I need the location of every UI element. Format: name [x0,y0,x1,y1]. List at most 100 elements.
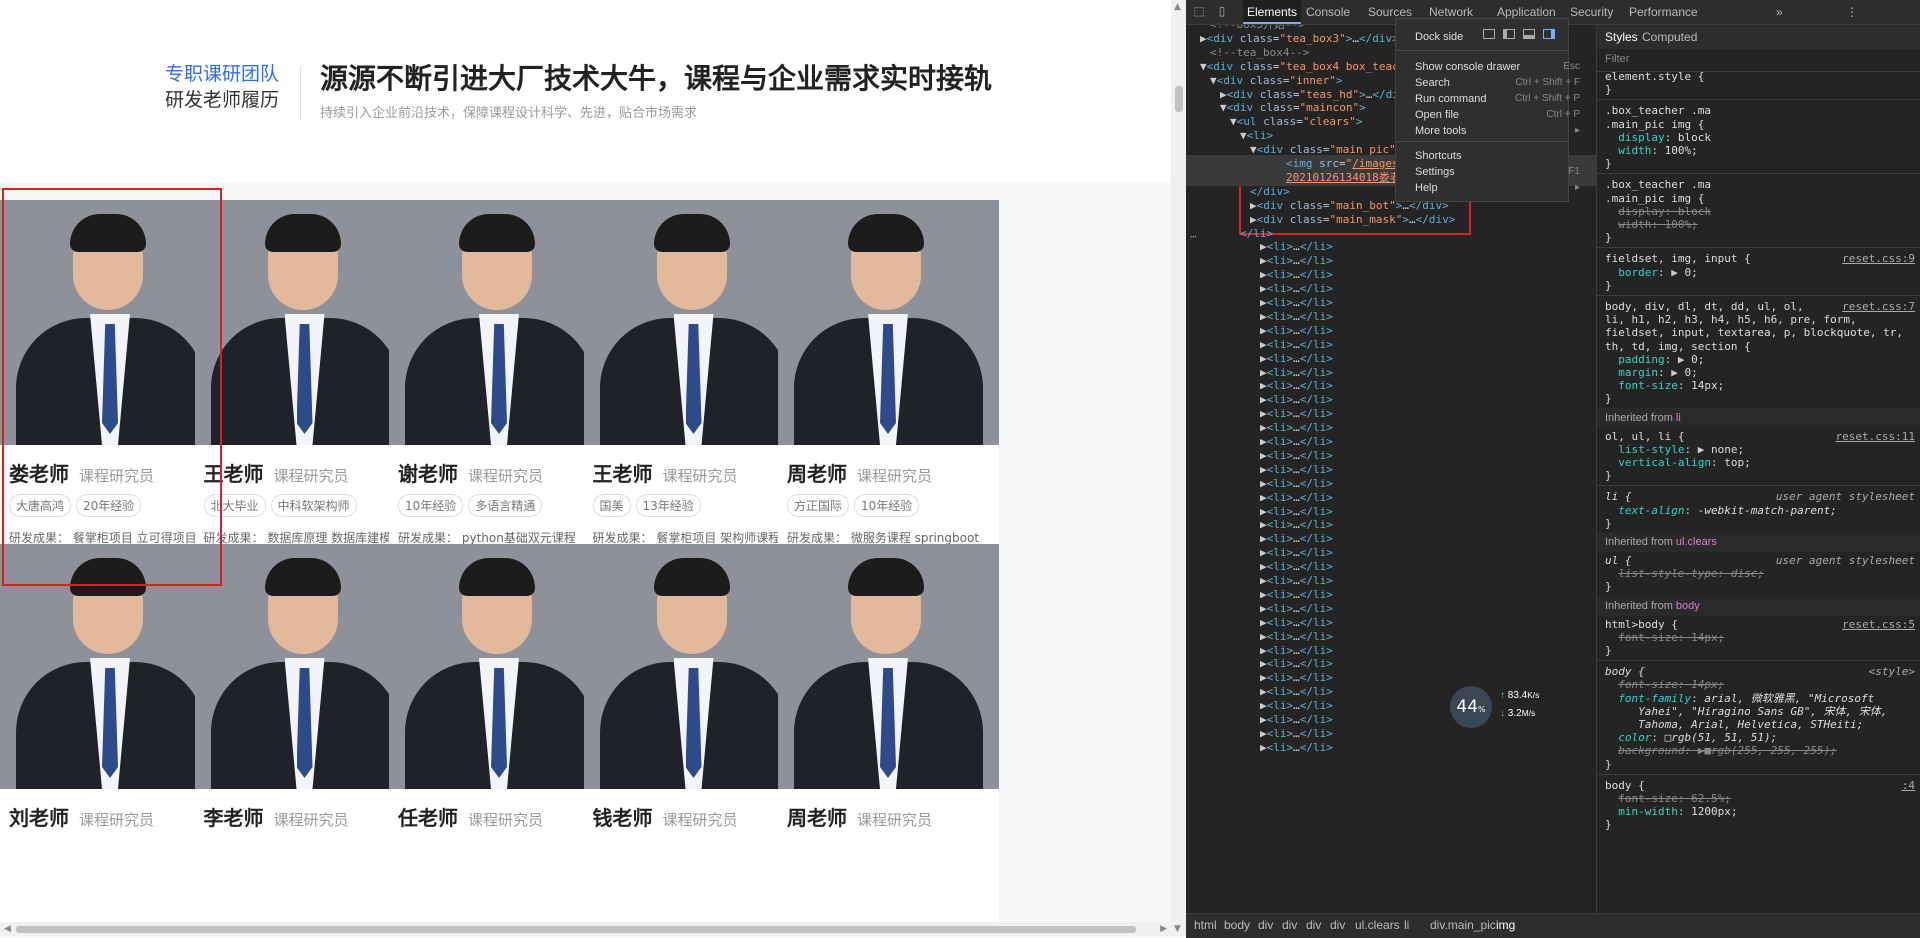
menu-item[interactable]: Open file Ctrl + P [1415,107,1580,123]
menu-item[interactable]: Shortcuts [1415,148,1565,164]
style-rule-line[interactable]: li { [1605,490,1632,504]
style-rule-line[interactable]: width: 100%; [1605,144,1698,158]
style-rule-line[interactable]: list-style-type: disc; [1605,567,1764,581]
menu-item[interactable]: More tools ▸ [1415,123,1580,139]
menu-item[interactable]: Search Ctrl + Shift + F [1415,75,1580,91]
style-rule-line[interactable]: color: □rgb(51, 51, 51); [1605,731,1777,745]
style-rule-line[interactable]: } [1605,392,1612,406]
style-rule-line[interactable]: display: block [1605,131,1711,145]
menu-item[interactable]: Help ▸ [1415,180,1580,196]
stylesheet-link[interactable]: reset.css:9 [1842,252,1915,265]
style-rule-line[interactable]: body { [1605,665,1645,679]
style-rule-line[interactable]: } [1605,644,1612,658]
breadcrumb-item[interactable]: ul.clears [1355,918,1400,932]
scroll-down-icon[interactable]: ▼ [1174,924,1181,934]
style-rule-line[interactable]: .main_pic img { [1605,118,1704,132]
teacher-card[interactable]: 王老师 课程研究员 国美 13年经验 研发成果： 餐掌柜项目 架构师课程 [583,200,805,580]
style-rule-line[interactable]: padding: ▶ 0; [1605,353,1704,367]
style-rule-line[interactable]: font-size: 14px; [1605,379,1724,393]
style-rule-line[interactable]: ol, ul, li { [1605,430,1684,444]
tab-elements[interactable]: Elements [1243,0,1301,24]
breadcrumb-item[interactable]: img [1496,918,1515,932]
style-rule-line[interactable]: font-size: 14px; [1605,678,1724,692]
style-rule-line[interactable]: font-family: arial, 微软雅黑, "Microsoft [1605,692,1874,706]
menu-item[interactable]: Show console drawer Esc [1415,59,1580,75]
style-rule-line[interactable]: margin: ▶ 0; [1605,366,1698,380]
network-speed-widget[interactable]: 44% ↑ 83.4K/s ↓ 3.2M/s [1450,686,1558,728]
style-rule-line[interactable]: } [1605,83,1612,97]
breadcrumb-item[interactable]: body [1224,918,1250,932]
teacher-card[interactable]: 任老师 课程研究员 [389,544,610,922]
teacher-card[interactable]: 王老师课程研究员北大毕业中科软架构师研发成果： 数据库原理 数据库建模设计课程 [194,200,416,580]
vertical-scrollbar[interactable]: ▲ ▼ [1171,0,1186,937]
style-rule-line[interactable]: min-width: 1200px; [1605,805,1737,819]
dock-bottom-icon[interactable] [1523,29,1535,39]
style-rule-line[interactable]: } [1605,157,1612,171]
menu-item[interactable]: Run command Ctrl + Shift + P [1415,91,1580,107]
style-rule-line[interactable]: } [1605,469,1612,483]
style-rule-line[interactable]: } [1605,580,1612,594]
style-rule-line[interactable]: } [1605,758,1612,772]
styles-filter-input[interactable]: Filter [1597,49,1920,72]
dom-node-line[interactable]: ▶<li>…</li> [1260,739,1333,756]
style-rule-line[interactable]: } [1605,231,1612,245]
styles-pane[interactable]: Styles Computed Filter element.style {}.… [1596,25,1920,913]
tab-performance[interactable]: Performance [1629,0,1698,24]
breadcrumb-item[interactable]: div [1330,918,1345,932]
tab-security[interactable]: Security [1570,0,1613,24]
style-rule-line[interactable]: list-style: ▶ none; [1605,443,1744,457]
breadcrumb-item[interactable]: div [1282,918,1297,932]
tab-styles[interactable]: Styles [1605,30,1638,44]
style-rule-line[interactable]: li, h1, h2, h3, h4, h5, h6, pre, form, [1605,313,1857,327]
style-rule-line[interactable]: body { [1605,779,1645,793]
stylesheet-link[interactable]: reset.css:5 [1842,618,1915,631]
style-rule-line[interactable]: .main_pic img { [1605,192,1704,206]
style-rule-line[interactable]: fieldset, img, input { [1605,252,1751,266]
tab-console[interactable]: Console [1306,0,1350,24]
style-rule-line[interactable]: fieldset, input, textarea, p, blockquote… [1605,326,1903,340]
ellipsis-icon[interactable]: ⋯ [1190,230,1197,243]
style-rule-line[interactable]: font-size: 62.5%; [1605,792,1731,806]
teacher-card[interactable]: 李老师 课程研究员 [194,544,416,922]
style-rule-line[interactable]: vertical-align: top; [1605,456,1750,470]
scroll-right-icon[interactable]: ▶ [1160,924,1167,934]
scrollbar-thumb[interactable] [16,926,1136,933]
kebab-menu-icon[interactable]: ⋮ [1846,0,1858,24]
style-rule-line[interactable]: .box_teacher .ma [1605,104,1711,118]
dom-node-line[interactable]: ▶<div class="main_mask">…</div> [1250,211,1455,228]
dock-left-icon[interactable] [1503,29,1515,39]
style-rule-line[interactable]: display: block [1605,205,1711,219]
more-tabs-icon[interactable]: » [1776,0,1783,24]
tab-computed[interactable]: Computed [1642,30,1697,44]
breadcrumb-item[interactable]: html [1194,918,1217,932]
style-rule-line[interactable]: .box_teacher .ma [1605,178,1711,192]
style-rule-line[interactable]: } [1605,279,1612,293]
style-rule-line[interactable]: element.style { [1605,70,1704,84]
scroll-left-icon[interactable]: ◀ [4,924,11,934]
style-rule-line[interactable]: background: ▶■rgb(255, 255, 255); [1605,744,1837,758]
style-rule-line[interactable]: text-align: -webkit-match-parent; [1605,504,1837,518]
stylesheet-link[interactable]: reset.css:7 [1842,300,1915,313]
style-rule-line[interactable]: th, td, img, section { [1605,340,1751,354]
device-toolbar-icon[interactable]: ▯ [1214,3,1230,19]
style-rule-line[interactable]: } [1605,818,1612,832]
breadcrumb-item[interactable]: li [1404,918,1409,932]
stylesheet-link[interactable]: :4 [1902,779,1915,792]
scroll-up-icon[interactable]: ▲ [1174,2,1181,12]
teacher-card[interactable]: 钱老师 课程研究员 [583,544,805,922]
style-rule-line[interactable]: html>body { [1605,618,1678,632]
breadcrumb-item[interactable]: div [1306,918,1321,932]
style-rule-line[interactable]: body, div, dl, dt, dd, ul, ol, [1605,300,1804,314]
teacher-card[interactable]: 刘老师 课程研究员 [0,544,221,922]
inspect-element-icon[interactable]: ⬚ [1191,3,1207,19]
teacher-card[interactable]: 周老师 课程研究员 方正国际 10年经验 研发成果： 微服务课程 springboot … [778,200,999,580]
breadcrumb-item[interactable]: div.main_pic [1430,918,1496,932]
style-rule-line[interactable]: font-size: 14px; [1605,631,1724,645]
teacher-card[interactable]: 周老师 课程研究员 [778,544,999,922]
breadcrumb-item[interactable]: div [1258,918,1273,932]
horizontal-scrollbar[interactable]: ◀ ▶ [0,922,1171,937]
scrollbar-thumb[interactable] [1175,86,1183,112]
style-rule-line[interactable]: ul { [1605,554,1632,568]
style-rule-line[interactable]: width: 100%; [1605,218,1697,232]
stylesheet-link[interactable]: reset.css:11 [1836,430,1915,443]
